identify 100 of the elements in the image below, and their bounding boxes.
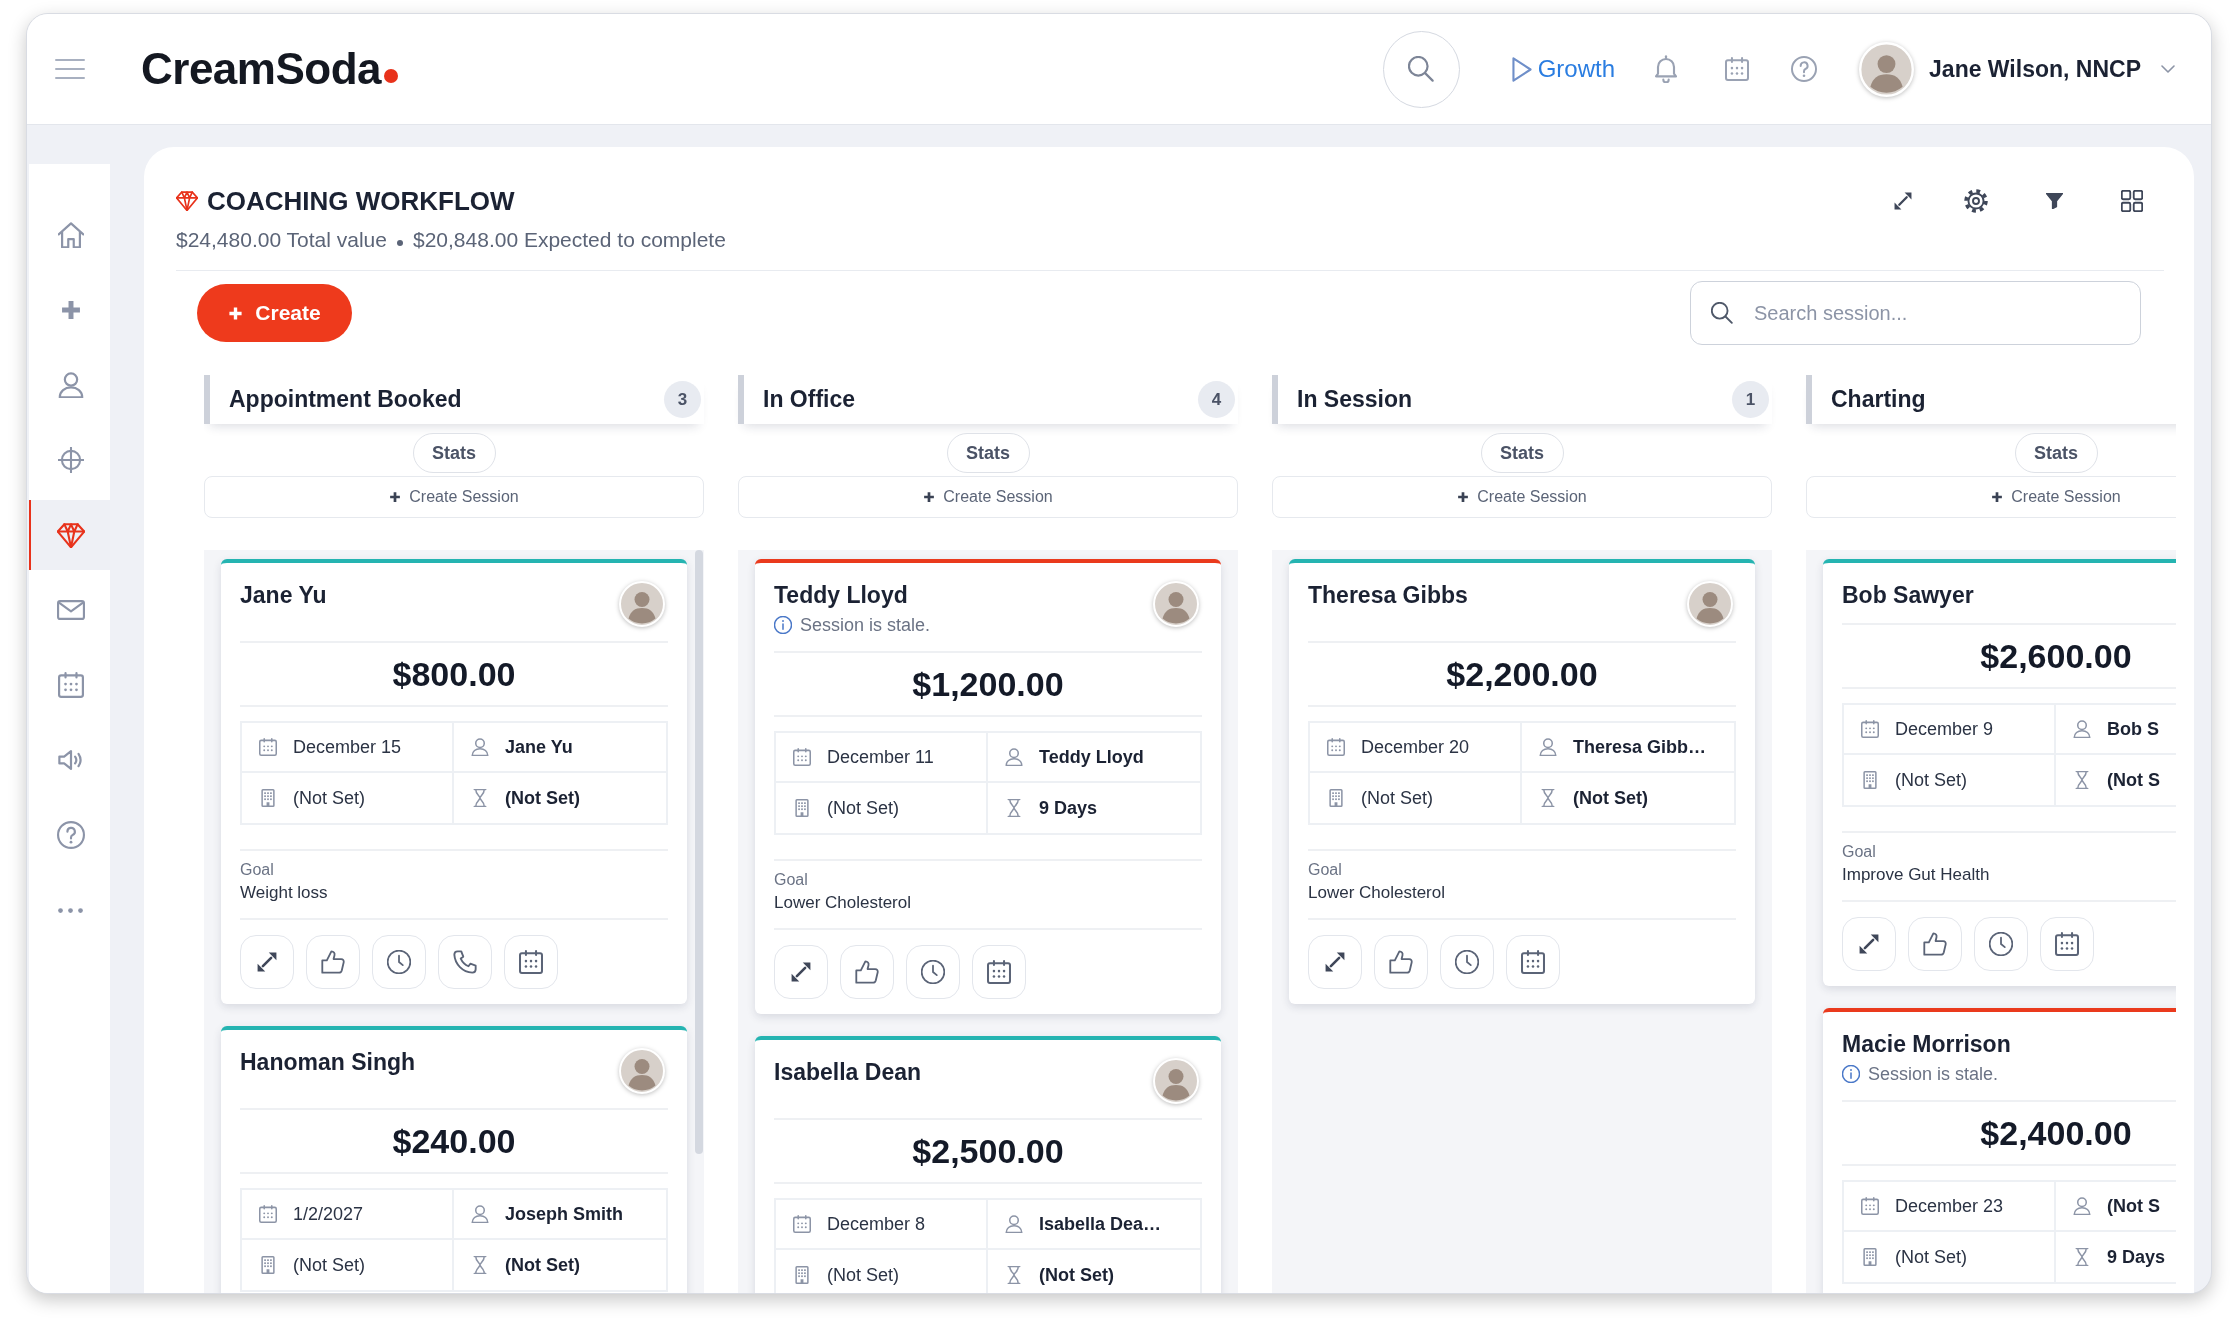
- search-field[interactable]: Search session...: [1690, 281, 2141, 345]
- goal-text: Weight loss: [240, 882, 328, 904]
- goal-label: Goal: [1308, 860, 1342, 880]
- person-icon: [471, 1205, 489, 1223]
- clock-icon: [1989, 932, 2013, 956]
- location-text: (Not Set): [293, 786, 366, 810]
- calendar-icon: [2055, 932, 2079, 956]
- settings-icon[interactable]: [1964, 189, 1988, 213]
- schedule-button[interactable]: [972, 945, 1026, 999]
- stats-button[interactable]: Stats: [412, 433, 496, 473]
- session-card[interactable]: Isabella Dean $2,500.00 December 8 Isabella Dea… (Not Set) (Not Set): [755, 1036, 1221, 1293]
- session-card[interactable]: Bob Sawyer $2,600.00 December 9 Bob S (Not Set) (Not S Goal Improve Gut Health: [1823, 559, 2176, 986]
- create-session-button[interactable]: Create Session: [1806, 476, 2176, 518]
- calendar-icon: [793, 1215, 811, 1233]
- grid-icon[interactable]: [2121, 190, 2143, 212]
- person-icon: [471, 738, 489, 756]
- stale-note: Session is stale.: [1868, 1063, 1999, 1086]
- stats-button[interactable]: Stats: [2014, 433, 2098, 473]
- plus-icon: [923, 491, 936, 503]
- session-card[interactable]: Theresa Gibbs $2,200.00 December 20 Theresa Gibb… (Not Set) (Not Set) Goal Lower Cholesterol: [1289, 559, 1755, 1004]
- location-text: (Not Set): [1895, 1245, 1968, 1269]
- like-button[interactable]: [840, 945, 894, 999]
- history-button[interactable]: [1440, 935, 1494, 989]
- avatar: [1859, 41, 1915, 97]
- price: $2,400.00: [1980, 1114, 2132, 1152]
- create-button[interactable]: Create: [197, 284, 352, 342]
- help-icon[interactable]: [1791, 56, 1818, 82]
- date-text: 1/2/2027: [293, 1202, 364, 1226]
- schedule-button[interactable]: [1506, 935, 1560, 989]
- contact-name: Bob S: [2107, 717, 2159, 741]
- thumbs-up-icon: [855, 960, 879, 984]
- create-session-button[interactable]: Create Session: [738, 476, 1238, 518]
- history-button[interactable]: [372, 935, 426, 989]
- building-icon: [793, 1266, 811, 1284]
- hourglass-icon: [471, 789, 489, 807]
- like-button[interactable]: [1908, 917, 1962, 971]
- info-icon: [774, 616, 792, 634]
- person-icon: [57, 372, 84, 398]
- expand-button[interactable]: [1842, 917, 1896, 971]
- calendar-icon: [1861, 1197, 1879, 1215]
- calendar-icon[interactable]: [1725, 57, 1750, 81]
- date-text: December 9: [1895, 717, 1994, 741]
- count-badge: 3: [664, 381, 701, 418]
- session-card[interactable]: Teddy Lloyd Session is stale. $1,200.00 December 11 Teddy Lloyd (Not Set) 9 Days Goal Lower Cholesterol: [755, 559, 1221, 1014]
- session-card[interactable]: Jane Yu $800.00 December 15 Jane Yu (Not Set) (Not Set) Goal Weight loss: [221, 559, 687, 1004]
- workflow-title: COACHING WORKFLOW: [207, 184, 515, 218]
- history-button[interactable]: [906, 945, 960, 999]
- diamond-icon: [176, 191, 198, 211]
- growth-link[interactable]: Growth: [1511, 51, 1616, 87]
- location-text: (Not Set): [827, 796, 900, 820]
- expand-button[interactable]: [774, 945, 828, 999]
- client-name: Hanoman Singh: [240, 1048, 416, 1076]
- stats-button[interactable]: Stats: [946, 433, 1030, 473]
- help-icon: [56, 821, 85, 849]
- like-button[interactable]: [1374, 935, 1428, 989]
- column-title: Appointment Booked: [229, 385, 462, 415]
- expand-button[interactable]: [1308, 935, 1362, 989]
- session-card[interactable]: Macie Morrison Session is stale. $2,400.00 December 23 (Not S (Not Set) 9 Days: [1823, 1008, 2176, 1293]
- history-button[interactable]: [1974, 917, 2028, 971]
- diagonal-arrows-icon: [1325, 952, 1345, 972]
- client-name: Macie Morrison: [1842, 1030, 2011, 1058]
- scrollbar-thumb[interactable]: [695, 550, 703, 1154]
- duration-text: (Not Set): [505, 1253, 580, 1277]
- more-icon: [58, 907, 83, 913]
- search-icon: [1408, 56, 1435, 82]
- diagonal-arrows-icon: [791, 962, 811, 982]
- chevron-icon[interactable]: [2161, 65, 2175, 73]
- calendar-icon: [57, 672, 84, 698]
- schedule-button[interactable]: [2040, 917, 2094, 971]
- price: $2,600.00: [1980, 637, 2132, 675]
- like-button[interactable]: [306, 935, 360, 989]
- hourglass-icon: [471, 1256, 489, 1274]
- diagonal-arrows-icon[interactable]: [1894, 192, 1912, 210]
- calendar-icon: [259, 1205, 277, 1223]
- call-button[interactable]: [438, 935, 492, 989]
- session-card[interactable]: Hanoman Singh $240.00 1/2/2027 Joseph Smith (Not Set) (Not Set): [221, 1026, 687, 1293]
- person-icon: [2073, 1197, 2091, 1215]
- bell-icon[interactable]: [1654, 55, 1679, 83]
- date-text: December 8: [827, 1212, 926, 1236]
- person-icon: [2073, 720, 2091, 738]
- create-session-button[interactable]: Create Session: [204, 476, 704, 518]
- total-value: $24,480.00 Total value: [176, 227, 387, 253]
- client-name: Jane Yu: [240, 581, 327, 609]
- stale-note: Session is stale.: [800, 614, 931, 637]
- create-session-button[interactable]: Create Session: [1272, 476, 1772, 518]
- expand-button[interactable]: [240, 935, 294, 989]
- stats-button[interactable]: Stats: [1480, 433, 1564, 473]
- logo-text: CreamSoda: [141, 47, 382, 91]
- calendar-icon: [987, 960, 1011, 984]
- filter-icon[interactable]: [2046, 193, 2063, 209]
- goal-label: Goal: [774, 870, 808, 890]
- home-icon: [57, 222, 84, 248]
- schedule-button[interactable]: [504, 935, 558, 989]
- contact-name: Isabella Dea…: [1039, 1212, 1162, 1236]
- play-icon: [1511, 56, 1532, 82]
- calendar-icon: [1861, 720, 1879, 738]
- sidebar-item[interactable]: [29, 500, 110, 570]
- person-icon: [1005, 1215, 1023, 1233]
- user-name[interactable]: Jane Wilson, NNCP: [1929, 51, 2141, 87]
- duration-text: (Not Set): [505, 786, 580, 810]
